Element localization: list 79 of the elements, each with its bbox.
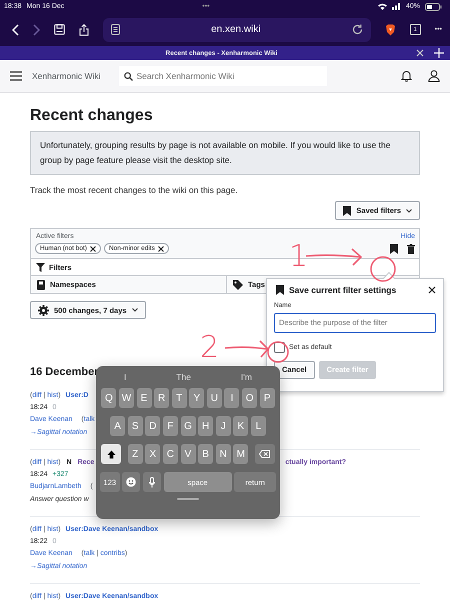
forward-icon[interactable]	[33, 24, 40, 36]
lion-shield-icon[interactable]	[384, 24, 396, 36]
key[interactable]: N	[216, 444, 231, 464]
suggestion[interactable]: I	[124, 372, 126, 382]
remove-icon[interactable]	[90, 246, 96, 252]
annotation-arrow	[305, 247, 363, 267]
plus-icon[interactable]	[434, 48, 444, 58]
funnel-icon	[36, 262, 45, 272]
backspace-icon	[259, 450, 270, 458]
reload-icon[interactable]	[352, 24, 363, 35]
delete-key[interactable]	[254, 444, 275, 464]
save-icon[interactable]	[54, 24, 65, 35]
annotation-circle	[267, 341, 289, 363]
caret-icon	[406, 208, 412, 212]
shift-key[interactable]	[101, 444, 122, 464]
key[interactable]: L	[250, 416, 266, 436]
signal-icon	[392, 3, 401, 10]
key[interactable]: U	[206, 388, 222, 408]
key[interactable]: W	[118, 388, 134, 408]
shift-arrow-icon	[106, 450, 116, 458]
key[interactable]: E	[136, 388, 152, 408]
key[interactable]: D	[145, 416, 160, 436]
key[interactable]: C	[162, 444, 178, 464]
key[interactable]: Y	[189, 388, 204, 408]
key[interactable]: H	[198, 416, 214, 436]
key[interactable]: S	[128, 416, 143, 436]
key[interactable]: T	[172, 388, 187, 408]
bell-icon[interactable]	[401, 70, 412, 82]
key[interactable]: O	[242, 388, 258, 408]
user-icon[interactable]	[428, 70, 440, 82]
close-icon[interactable]	[428, 286, 436, 294]
keyboard-handle[interactable]	[177, 498, 199, 500]
smiley-icon	[126, 477, 136, 487]
caret-icon	[132, 308, 138, 312]
bookmark-icon	[276, 285, 284, 295]
notice-message: Unfortunately, grouping results by page is not available on mobile. If you would like to use the group by page feature please visit the desktop site.	[30, 131, 420, 175]
key[interactable]: X	[145, 444, 160, 464]
book-icon	[37, 280, 45, 290]
intro-text: Track the most recent changes to the wiki on this page.	[30, 185, 239, 195]
site-name[interactable]: Xenharmonic Wiki	[32, 71, 100, 81]
dialog-title: Save current filter settings	[289, 285, 396, 295]
key[interactable]: J	[216, 416, 231, 436]
page-title: Recent changes	[30, 107, 154, 125]
bookmark-icon	[343, 206, 352, 216]
reader-icon[interactable]	[111, 24, 120, 35]
trash-icon[interactable]	[407, 244, 415, 254]
gear-icon	[38, 304, 49, 316]
microphone-icon	[149, 476, 155, 488]
bookmark-icon[interactable]	[390, 244, 398, 254]
menu-icon[interactable]	[10, 71, 22, 81]
key[interactable]: A	[110, 416, 126, 436]
address-bar[interactable]: en.xen.wiki	[103, 18, 371, 42]
wifi-icon	[378, 3, 387, 10]
key[interactable]: B	[198, 444, 214, 464]
key[interactable]: G	[180, 416, 196, 436]
annotation-circle	[369, 255, 397, 283]
remove-icon[interactable]	[158, 246, 164, 252]
url-text: en.xen.wiki	[210, 24, 262, 35]
key[interactable]: I	[224, 388, 240, 408]
key[interactable]: F	[162, 416, 178, 436]
emoji-key[interactable]	[122, 472, 140, 492]
key[interactable]: M	[233, 444, 248, 464]
key[interactable]: Q	[101, 388, 116, 408]
search-field[interactable]: Search Xenharmonic Wiki	[118, 66, 326, 86]
suggestion[interactable]: The	[176, 372, 191, 382]
key[interactable]: R	[154, 388, 170, 408]
key[interactable]: V	[180, 444, 196, 464]
back-icon[interactable]	[12, 24, 19, 36]
tag-icon	[233, 280, 243, 290]
key[interactable]: Z	[128, 444, 143, 464]
battery-icon	[425, 2, 442, 10]
share-icon[interactable]	[79, 24, 89, 36]
search-icon	[124, 72, 132, 80]
annotation-number: 2	[200, 333, 220, 363]
suggestion[interactable]: I'm	[240, 372, 252, 382]
annotation-arrow	[224, 339, 270, 359]
key[interactable]: K	[233, 416, 248, 436]
key[interactable]: P	[260, 388, 275, 408]
microphone-key[interactable]	[143, 472, 161, 492]
